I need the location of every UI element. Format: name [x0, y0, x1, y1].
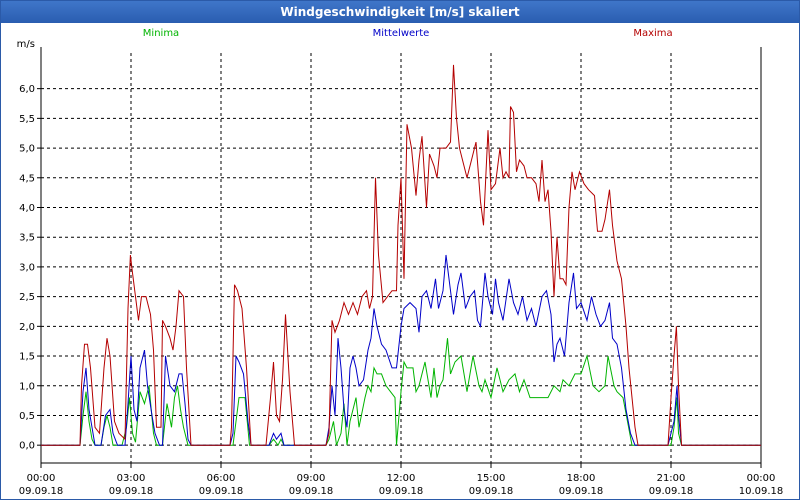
x-tick-time-label: 21:00 [657, 473, 686, 484]
y-tick-label: 3,5 [19, 233, 35, 244]
x-tick-time-label: 12:00 [387, 473, 416, 484]
x-tick-time-label: 09:00 [297, 473, 326, 484]
y-tick-label: 5,5 [19, 114, 35, 125]
y-tick-label: 2,0 [19, 322, 35, 333]
wind-speed-chart: 0,0 0,5 1,0 1,5 2,0 2,5 3,0 3,5 4,0 4,5 5,0 5,5 6,0 0… [17, 28, 784, 497]
y-tick-label: 3,0 [19, 262, 35, 273]
x-tick-time-label: 06:00 [207, 473, 236, 484]
x-tick-date-label: 09.09.18 [379, 486, 424, 497]
legend-entry-minima: Minima [143, 28, 179, 39]
x-tick-time-label: 00:00 [27, 473, 56, 484]
x-tick-time-label: 15:00 [477, 473, 506, 484]
x-tick-date-label: 09.09.18 [199, 486, 244, 497]
chart-window: Windgeschwindigkeit [m/s] skaliert 0,0 0,… [0, 0, 800, 500]
x-tick-date-label: 09.09.18 [469, 486, 514, 497]
x-tick-date-label: 09.09.18 [19, 486, 64, 497]
legend-entry-maxima: Maxima [633, 28, 672, 39]
y-axis-label: m/s [17, 39, 35, 50]
y-tick-label: 0,0 [19, 441, 35, 452]
grid-layer [41, 53, 761, 463]
y-tick-label: 0,5 [19, 411, 35, 422]
x-tick-date-label: 09.09.18 [289, 486, 334, 497]
x-tick-time-label: 03:00 [117, 473, 146, 484]
y-tick-label: 1,5 [19, 352, 35, 363]
y-tick-label: 4,5 [19, 173, 35, 184]
x-tick-time-label: 18:00 [567, 473, 596, 484]
y-tick-label: 1,0 [19, 381, 35, 392]
x-tick-date-label: 10.09.18 [739, 486, 784, 497]
window-title: Windgeschwindigkeit [m/s] skaliert [1, 1, 799, 23]
y-tick-label: 6,0 [19, 84, 35, 95]
legend-entry-mittelwerte: Mittelwerte [373, 28, 430, 39]
x-tick-date-label: 09.09.18 [559, 486, 604, 497]
x-tick-date-label: 09.09.18 [109, 486, 154, 497]
x-tick-date-label: 09.09.18 [649, 486, 694, 497]
y-tick-label: 4,0 [19, 203, 35, 214]
y-tick-label: 2,5 [19, 292, 35, 303]
legend-layer: Minima Mittelwerte Maxima [143, 28, 673, 39]
y-tick-label: 5,0 [19, 144, 35, 155]
x-tick-time-label: 00:00 [747, 473, 776, 484]
